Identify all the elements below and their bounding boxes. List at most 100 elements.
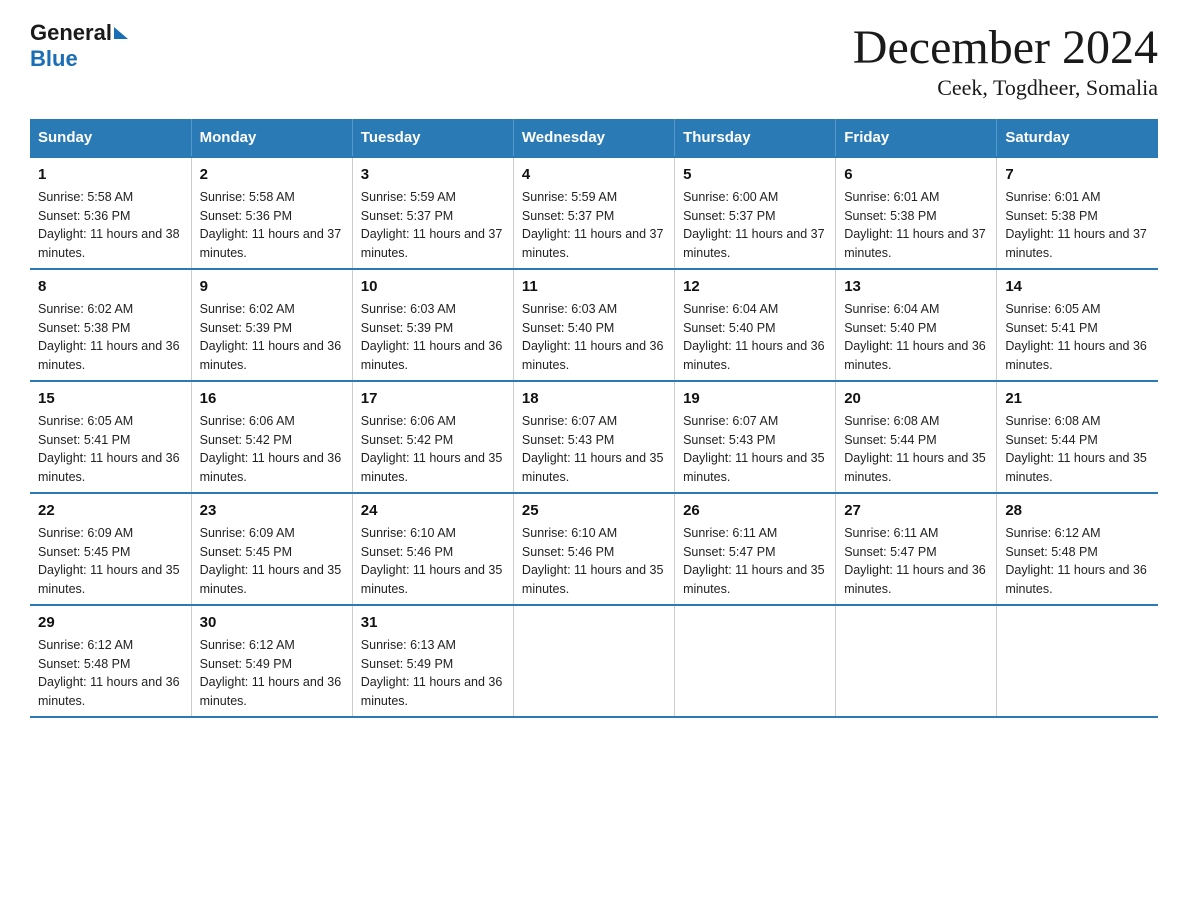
- calendar-cell: 7Sunrise: 6:01 AMSunset: 5:38 PMDaylight…: [997, 157, 1158, 269]
- calendar-cell: 8 Sunrise: 6:02 AMSunset: 5:38 PMDaylight…: [30, 269, 191, 381]
- day-info: Sunrise: 6:06 AMSunset: 5:42 PMDaylight:…: [361, 414, 503, 484]
- day-number: 29: [38, 612, 183, 633]
- calendar-cell: 23 Sunrise: 6:09 AMSunset: 5:45 PMDayligh…: [191, 493, 352, 605]
- calendar-week-row: 15 Sunrise: 6:05 AMSunset: 5:41 PMDayligh…: [30, 381, 1158, 493]
- day-number: 18: [522, 388, 666, 409]
- weekday-header-thursday: Thursday: [675, 119, 836, 157]
- day-info: Sunrise: 6:02 AMSunset: 5:39 PMDaylight:…: [200, 302, 342, 372]
- day-number: 14: [1005, 276, 1150, 297]
- calendar-cell: 16Sunrise: 6:06 AMSunset: 5:42 PMDayligh…: [191, 381, 352, 493]
- calendar-cell: 19 Sunrise: 6:07 AMSunset: 5:43 PMDayligh…: [675, 381, 836, 493]
- day-number: 15: [38, 388, 183, 409]
- day-number: 16: [200, 388, 344, 409]
- page-header: General Blue December 2024 Ceek, Togdhee…: [30, 20, 1158, 101]
- day-number: 1: [38, 164, 183, 185]
- day-number: 28: [1005, 500, 1150, 521]
- calendar-cell: 31Sunrise: 6:13 AMSunset: 5:49 PMDayligh…: [352, 605, 513, 717]
- day-number: 20: [844, 388, 988, 409]
- logo-blue-text: Blue: [30, 46, 78, 71]
- day-info: Sunrise: 6:12 AMSunset: 5:49 PMDaylight:…: [200, 638, 342, 708]
- calendar-cell: 11 Sunrise: 6:03 AMSunset: 5:40 PMDayligh…: [513, 269, 674, 381]
- day-number: 24: [361, 500, 505, 521]
- day-number: 5: [683, 164, 827, 185]
- calendar-week-row: 22Sunrise: 6:09 AMSunset: 5:45 PMDayligh…: [30, 493, 1158, 605]
- weekday-header-tuesday: Tuesday: [352, 119, 513, 157]
- calendar-header-row: SundayMondayTuesdayWednesdayThursdayFrid…: [30, 119, 1158, 157]
- day-number: 19: [683, 388, 827, 409]
- day-info: Sunrise: 6:09 AMSunset: 5:45 PMDaylight:…: [200, 526, 342, 596]
- day-number: 9: [200, 276, 344, 297]
- day-number: 17: [361, 388, 505, 409]
- day-info: Sunrise: 6:08 AMSunset: 5:44 PMDaylight:…: [844, 414, 986, 484]
- day-number: 31: [361, 612, 505, 633]
- day-info: Sunrise: 6:07 AMSunset: 5:43 PMDaylight:…: [683, 414, 825, 484]
- calendar-table: SundayMondayTuesdayWednesdayThursdayFrid…: [30, 119, 1158, 718]
- day-info: Sunrise: 6:05 AMSunset: 5:41 PMDaylight:…: [38, 414, 180, 484]
- day-info: Sunrise: 5:58 AMSunset: 5:36 PMDaylight:…: [200, 190, 342, 260]
- weekday-header-friday: Friday: [836, 119, 997, 157]
- calendar-cell: [675, 605, 836, 717]
- day-info: Sunrise: 6:07 AMSunset: 5:43 PMDaylight:…: [522, 414, 664, 484]
- day-info: Sunrise: 6:08 AMSunset: 5:44 PMDaylight:…: [1005, 414, 1147, 484]
- calendar-week-row: 1 Sunrise: 5:58 AMSunset: 5:36 PMDaylight…: [30, 157, 1158, 269]
- day-number: 8: [38, 276, 183, 297]
- calendar-cell: 20 Sunrise: 6:08 AMSunset: 5:44 PMDayligh…: [836, 381, 997, 493]
- day-info: Sunrise: 6:11 AMSunset: 5:47 PMDaylight:…: [683, 526, 825, 596]
- day-number: 6: [844, 164, 988, 185]
- day-number: 30: [200, 612, 344, 633]
- calendar-body: 1 Sunrise: 5:58 AMSunset: 5:36 PMDaylight…: [30, 157, 1158, 717]
- day-info: Sunrise: 6:12 AMSunset: 5:48 PMDaylight:…: [1005, 526, 1147, 596]
- calendar-cell: 25Sunrise: 6:10 AMSunset: 5:46 PMDayligh…: [513, 493, 674, 605]
- calendar-cell: 5Sunrise: 6:00 AMSunset: 5:37 PMDaylight…: [675, 157, 836, 269]
- calendar-cell: 22Sunrise: 6:09 AMSunset: 5:45 PMDayligh…: [30, 493, 191, 605]
- day-number: 13: [844, 276, 988, 297]
- day-info: Sunrise: 5:59 AMSunset: 5:37 PMDaylight:…: [361, 190, 503, 260]
- calendar-cell: [513, 605, 674, 717]
- location-title: Ceek, Togdheer, Somalia: [853, 75, 1158, 101]
- weekday-header-sunday: Sunday: [30, 119, 191, 157]
- day-info: Sunrise: 6:11 AMSunset: 5:47 PMDaylight:…: [844, 526, 986, 596]
- title-block: December 2024 Ceek, Togdheer, Somalia: [853, 20, 1158, 101]
- day-info: Sunrise: 6:12 AMSunset: 5:48 PMDaylight:…: [38, 638, 180, 708]
- calendar-cell: 29 Sunrise: 6:12 AMSunset: 5:48 PMDayligh…: [30, 605, 191, 717]
- day-number: 7: [1005, 164, 1150, 185]
- day-info: Sunrise: 6:02 AMSunset: 5:38 PMDaylight:…: [38, 302, 180, 372]
- day-info: Sunrise: 6:10 AMSunset: 5:46 PMDaylight:…: [522, 526, 664, 596]
- day-info: Sunrise: 6:03 AMSunset: 5:40 PMDaylight:…: [522, 302, 664, 372]
- weekday-header-saturday: Saturday: [997, 119, 1158, 157]
- day-info: Sunrise: 5:59 AMSunset: 5:37 PMDaylight:…: [522, 190, 664, 260]
- day-number: 4: [522, 164, 666, 185]
- calendar-cell: 2Sunrise: 5:58 AMSunset: 5:36 PMDaylight…: [191, 157, 352, 269]
- day-info: Sunrise: 6:04 AMSunset: 5:40 PMDaylight:…: [844, 302, 986, 372]
- calendar-cell: 28 Sunrise: 6:12 AMSunset: 5:48 PMDayligh…: [997, 493, 1158, 605]
- calendar-cell: 6 Sunrise: 6:01 AMSunset: 5:38 PMDaylight…: [836, 157, 997, 269]
- day-number: 21: [1005, 388, 1150, 409]
- logo-general-text: General: [30, 20, 112, 46]
- calendar-cell: 1 Sunrise: 5:58 AMSunset: 5:36 PMDaylight…: [30, 157, 191, 269]
- logo: General Blue: [30, 20, 130, 72]
- calendar-cell: [997, 605, 1158, 717]
- day-number: 23: [200, 500, 344, 521]
- calendar-cell: 4 Sunrise: 5:59 AMSunset: 5:37 PMDaylight…: [513, 157, 674, 269]
- day-info: Sunrise: 5:58 AMSunset: 5:36 PMDaylight:…: [38, 190, 180, 260]
- month-title: December 2024: [853, 20, 1158, 75]
- day-info: Sunrise: 6:10 AMSunset: 5:46 PMDaylight:…: [361, 526, 503, 596]
- calendar-cell: 9 Sunrise: 6:02 AMSunset: 5:39 PMDaylight…: [191, 269, 352, 381]
- day-number: 27: [844, 500, 988, 521]
- calendar-cell: 3 Sunrise: 5:59 AMSunset: 5:37 PMDaylight…: [352, 157, 513, 269]
- weekday-header-wednesday: Wednesday: [513, 119, 674, 157]
- calendar-cell: [836, 605, 997, 717]
- calendar-cell: 26Sunrise: 6:11 AMSunset: 5:47 PMDayligh…: [675, 493, 836, 605]
- day-info: Sunrise: 6:01 AMSunset: 5:38 PMDaylight:…: [844, 190, 986, 260]
- day-number: 12: [683, 276, 827, 297]
- day-info: Sunrise: 6:05 AMSunset: 5:41 PMDaylight:…: [1005, 302, 1147, 372]
- day-number: 11: [522, 276, 666, 297]
- calendar-cell: 27 Sunrise: 6:11 AMSunset: 5:47 PMDayligh…: [836, 493, 997, 605]
- calendar-cell: 18 Sunrise: 6:07 AMSunset: 5:43 PMDayligh…: [513, 381, 674, 493]
- calendar-cell: 12Sunrise: 6:04 AMSunset: 5:40 PMDayligh…: [675, 269, 836, 381]
- logo-arrow-icon: [114, 27, 128, 39]
- day-number: 3: [361, 164, 505, 185]
- calendar-cell: 14 Sunrise: 6:05 AMSunset: 5:41 PMDayligh…: [997, 269, 1158, 381]
- calendar-cell: 13 Sunrise: 6:04 AMSunset: 5:40 PMDayligh…: [836, 269, 997, 381]
- day-number: 10: [361, 276, 505, 297]
